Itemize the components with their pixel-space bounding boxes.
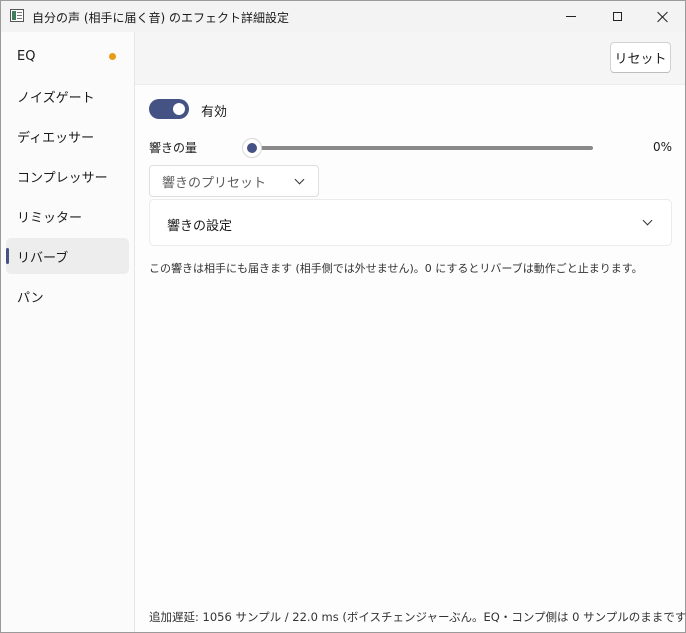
reverb-note: この響きは相手にも届きます (相手側では外せません)。0 にするとリバーブは動作… <box>149 262 643 275</box>
sidebar-item-label: パン <box>17 290 44 306</box>
effect-settings-window: 自分の声 (相手に届く音) のエフェクト詳細設定 EQ ノイズゲート ディエッサ… <box>0 0 686 633</box>
reverb-panel: リセット 有効 響きの量 0% 響きのプリセット 響きの設定 この響きは相手にも… <box>135 32 686 632</box>
sidebar-item-label: EQ <box>17 48 36 64</box>
sidebar-item-label: ノイズゲート <box>17 90 95 106</box>
modified-indicator-dot <box>109 53 116 60</box>
reverb-amount-slider-track[interactable] <box>249 146 593 150</box>
enable-toggle-label: 有効 <box>201 105 228 120</box>
title-bar[interactable]: 自分の声 (相手に届く音) のエフェクト詳細設定 <box>1 1 685 32</box>
reverb-amount-label: 響きの量 <box>149 141 198 155</box>
sidebar-item-label: リバーブ <box>17 250 69 266</box>
reverb-settings-expander[interactable]: 響きの設定 <box>149 199 672 246</box>
sidebar-item-pan[interactable]: パン <box>6 278 129 314</box>
reset-button[interactable]: リセット <box>610 42 671 73</box>
reverb-preset-dropdown[interactable]: 響きのプリセット <box>149 165 319 197</box>
preset-placeholder: 響きのプリセット <box>162 175 267 191</box>
sidebar-item-noise-gate[interactable]: ノイズゲート <box>6 78 129 114</box>
reverb-amount-value: 0% <box>653 140 673 154</box>
chevron-down-icon <box>642 215 653 226</box>
close-icon <box>657 11 669 23</box>
sidebar-nav: EQ ノイズゲート ディエッサー コンプレッサー リミッター リバーブ パン <box>1 32 135 632</box>
minimize-icon <box>566 16 576 17</box>
close-button[interactable] <box>640 1 686 32</box>
app-icon <box>10 9 24 22</box>
sidebar-item-label: リミッター <box>17 210 83 226</box>
sidebar-item-de-esser[interactable]: ディエッサー <box>6 118 129 154</box>
chevron-down-icon <box>294 174 305 185</box>
maximize-button[interactable] <box>594 1 640 32</box>
reverb-settings-title: 響きの設定 <box>167 219 233 234</box>
toggle-knob <box>173 103 185 115</box>
minimize-button[interactable] <box>548 1 594 32</box>
sidebar-item-label: コンプレッサー <box>17 170 108 186</box>
reverb-amount-slider-thumb[interactable] <box>242 138 262 158</box>
window-title: 自分の声 (相手に届く音) のエフェクト詳細設定 <box>32 11 289 25</box>
sidebar-item-limiter[interactable]: リミッター <box>6 198 129 234</box>
sidebar-item-reverb[interactable]: リバーブ <box>6 238 129 274</box>
sidebar-item-eq[interactable]: EQ <box>6 38 129 74</box>
enable-toggle[interactable] <box>149 99 189 119</box>
sidebar-item-compressor[interactable]: コンプレッサー <box>6 158 129 194</box>
sidebar-item-label: ディエッサー <box>17 130 95 146</box>
maximize-icon <box>612 12 622 21</box>
panel-toolbar: リセット <box>135 32 685 85</box>
latency-status: 追加遅延: 1056 サンプル / 22.0 ms (ボイスチェンジャーぶん。E… <box>149 610 686 624</box>
